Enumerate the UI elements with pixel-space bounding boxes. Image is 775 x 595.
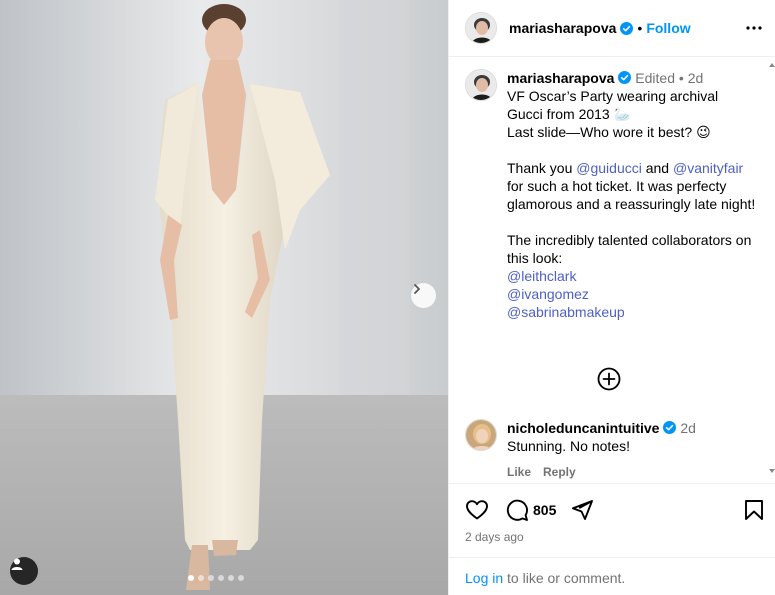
post-caption: mariasharapova Edited • 2d VF Oscar’s Pa…: [465, 69, 765, 321]
comment-count: 805: [533, 502, 557, 518]
mention-sabrinabmakeup[interactable]: @sabrinabmakeup: [507, 303, 757, 321]
comment-reply-button[interactable]: Reply: [543, 463, 576, 481]
avatar-image: [466, 70, 496, 100]
comment-meta: nicholeduncanintuitive 2d: [507, 419, 696, 437]
comment-icon[interactable]: [505, 498, 529, 522]
author-username[interactable]: mariasharapova: [509, 20, 616, 36]
post-date[interactable]: 2 days ago: [465, 530, 524, 544]
comment-text: Stunning. No notes!: [507, 438, 630, 454]
verified-badge-icon: [620, 21, 634, 35]
post-actions: 805 2 days ago Log in to like or comment…: [449, 483, 775, 595]
mention-leithclark[interactable]: @leithclark: [507, 267, 757, 285]
carousel-dot: [218, 575, 224, 581]
heart-icon[interactable]: [465, 498, 489, 522]
thanks-rest-text: for such a hot ticket. It was perfecty g…: [507, 178, 756, 212]
caption-line-2: Last slide—Who wore it best? 😉: [507, 124, 711, 140]
edited-label: Edited: [635, 70, 675, 86]
verified-badge-icon: [618, 71, 632, 84]
caption-meta: mariasharapova Edited • 2d: [507, 69, 757, 87]
mention-guiducci[interactable]: @guiducci: [576, 160, 642, 176]
caption-collab-text: The incredibly talented collaborators on…: [507, 232, 752, 266]
avatar-image: [466, 13, 496, 43]
post-header: mariasharapova • Follow: [449, 0, 775, 57]
login-prompt: Log in to like or comment.: [449, 557, 775, 595]
tagged-users-button[interactable]: [10, 557, 38, 585]
comment-body: nicholeduncanintuitive 2d Stunning. No n…: [507, 419, 696, 481]
commenter-username[interactable]: nicholeduncanintuitive: [507, 420, 659, 436]
mention-vanityfair[interactable]: @vanityfair: [673, 160, 743, 176]
caption-line-1: VF Oscar’s Party wearing archival Gucci …: [507, 88, 719, 122]
comments-section[interactable]: mariasharapova Edited • 2d VF Oscar’s Pa…: [449, 57, 775, 483]
carousel-dot: [198, 575, 204, 581]
login-link[interactable]: Log in: [465, 570, 503, 586]
comments-scrollbar[interactable]: [768, 57, 775, 483]
chevron-right-icon: [414, 284, 420, 294]
thanks-text: Thank you: [507, 160, 577, 176]
comment-like-button[interactable]: Like: [507, 463, 531, 481]
avatar-image: [466, 420, 496, 450]
caption-time[interactable]: 2d: [688, 70, 704, 86]
carousel-dot: [188, 575, 194, 581]
caption-body: mariasharapova Edited • 2d VF Oscar’s Pa…: [507, 69, 757, 321]
user-tag-icon: [11, 558, 23, 570]
follow-button[interactable]: Follow: [646, 20, 690, 36]
commenter-avatar[interactable]: [465, 419, 497, 451]
carousel-indicator: [188, 575, 244, 581]
caption-author[interactable]: mariasharapova: [507, 70, 614, 86]
post-side-panel: mariasharapova • Follow mariasharapova E…: [448, 0, 775, 595]
caption-author-avatar[interactable]: [465, 69, 497, 101]
bookmark-icon[interactable]: [742, 498, 766, 522]
action-row: 805: [465, 498, 594, 522]
mention-ivangomez[interactable]: @ivangomez: [507, 285, 757, 303]
share-icon[interactable]: [570, 498, 594, 522]
verified-badge-icon: [663, 421, 677, 434]
plus-circle-icon[interactable]: [597, 367, 621, 391]
caption-thanks: Thank you @guiducci and @vanityfair for …: [507, 159, 757, 213]
carousel-dot: [238, 575, 244, 581]
carousel-dot: [208, 575, 214, 581]
header-separator: •: [637, 20, 643, 36]
post-photo[interactable]: [0, 0, 448, 595]
photo-illustration: [0, 0, 448, 595]
comment-time[interactable]: 2d: [680, 420, 696, 436]
scroll-down-arrow[interactable]: [769, 469, 775, 473]
login-suffix: to like or comment.: [503, 570, 626, 586]
next-slide-button[interactable]: [411, 283, 436, 308]
comment-item: nicholeduncanintuitive 2d Stunning. No n…: [465, 419, 765, 481]
thanks-and-text: and: [641, 160, 673, 176]
scroll-up-arrow[interactable]: [769, 63, 775, 67]
meta-dot: •: [678, 70, 684, 86]
comment-actions: Like Reply: [507, 463, 696, 481]
author-avatar[interactable]: [465, 12, 497, 44]
carousel-dot: [228, 575, 234, 581]
instagram-post: mariasharapova • Follow mariasharapova E…: [0, 0, 775, 595]
more-options-icon[interactable]: [744, 18, 764, 38]
